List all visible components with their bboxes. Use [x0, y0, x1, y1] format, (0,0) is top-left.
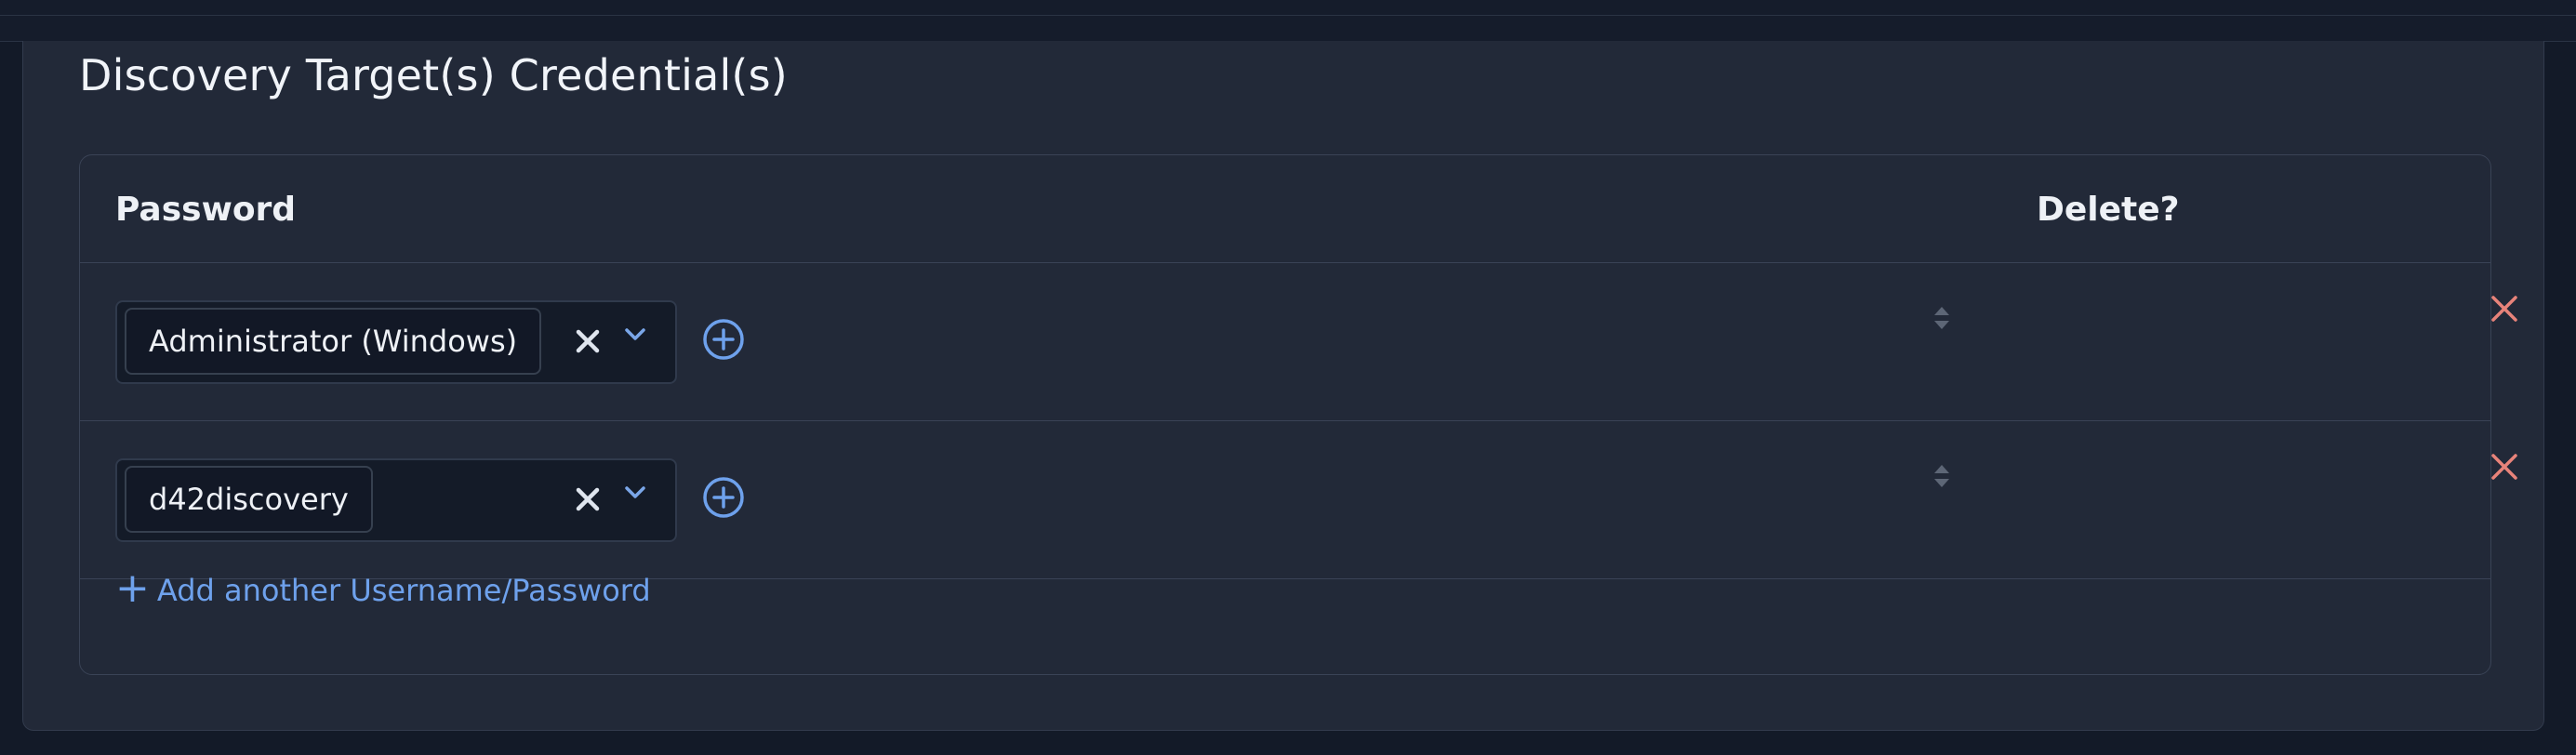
table-header: Password Delete?: [80, 155, 2490, 263]
header-password: Password: [115, 191, 297, 229]
credentials-panel: Discovery Target(s) Credential(s) Passwo…: [22, 41, 2544, 731]
credentials-table: Password Delete? Administrator (Windows): [79, 154, 2517, 675]
sort-icon[interactable]: [1929, 302, 1955, 334]
selected-credential-chip: d42discovery: [125, 466, 373, 533]
selected-credential-chip: Administrator (Windows): [125, 308, 542, 375]
top-bar-divider: [0, 15, 2576, 16]
add-credential-icon[interactable]: [701, 475, 746, 520]
chevron-down-icon[interactable]: [621, 479, 649, 507]
header-delete: Delete?: [2037, 191, 2180, 229]
chevron-down-icon[interactable]: [621, 321, 649, 349]
add-another-credential-link[interactable]: + Add another Username/Password: [115, 568, 651, 609]
sort-icon[interactable]: [1929, 460, 1955, 492]
table-row: Administrator (Windows): [80, 263, 2517, 421]
close-icon[interactable]: [2489, 451, 2520, 483]
section-title: Discovery Target(s) Credential(s): [79, 50, 788, 100]
close-icon[interactable]: [2489, 293, 2520, 325]
clear-icon[interactable]: [573, 326, 603, 356]
top-bar: [0, 0, 2576, 42]
clear-icon[interactable]: [573, 484, 603, 514]
table-row: d42discovery: [80, 421, 2517, 579]
add-link-label: Add another Username/Password: [156, 573, 651, 608]
add-credential-icon[interactable]: [701, 317, 746, 362]
plus-icon: +: [115, 564, 150, 612]
credential-select[interactable]: d42discovery: [115, 458, 677, 542]
credential-select[interactable]: Administrator (Windows): [115, 300, 677, 384]
